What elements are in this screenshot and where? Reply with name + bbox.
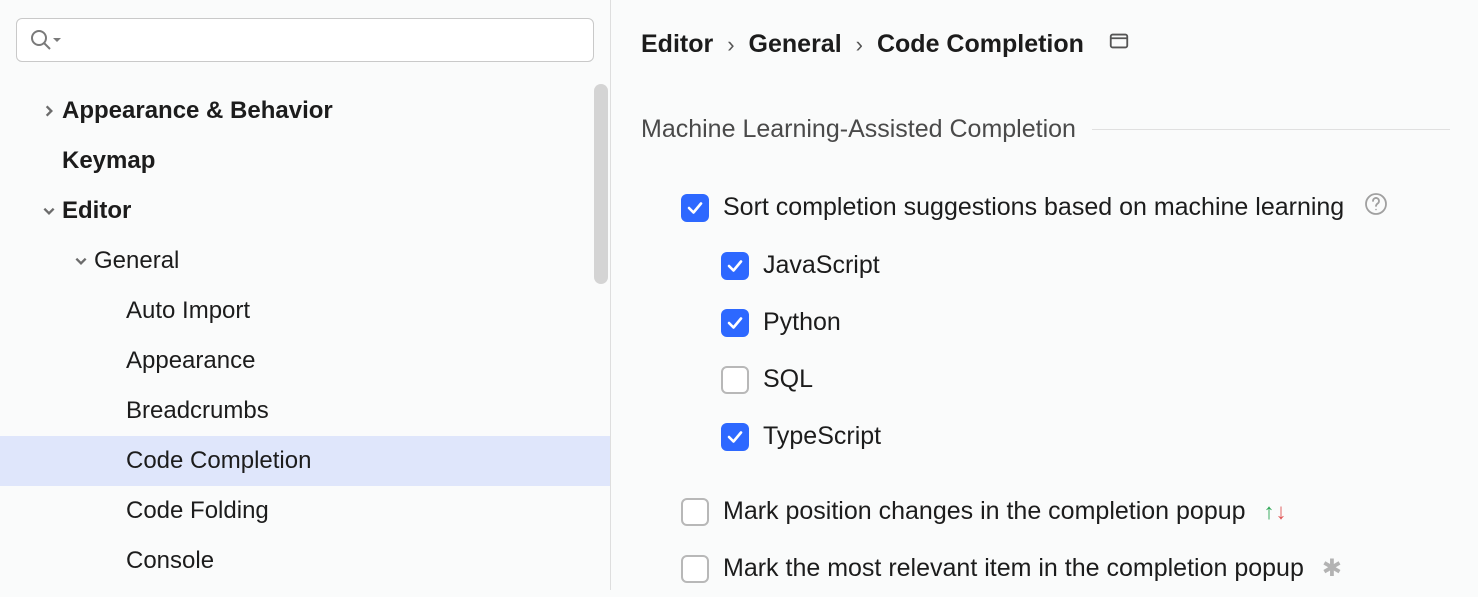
chevron-down-icon — [68, 254, 94, 268]
sidebar-item-label: Appearance & Behavior — [62, 97, 333, 125]
settings-main: Editor › General › Code Completion Machi… — [611, 0, 1478, 590]
sidebar-item-editor[interactable]: Editor — [0, 186, 610, 236]
option-mark-relevant[interactable]: Mark the most relevant item in the compl… — [641, 540, 1450, 597]
option-label: JavaScript — [763, 251, 880, 280]
sidebar-item-label: Appearance — [126, 347, 255, 375]
option-lang-sql[interactable]: SQL — [641, 351, 1450, 408]
sidebar-item-appearance[interactable]: Appearance — [0, 336, 610, 386]
sidebar-item-general[interactable]: General — [0, 236, 610, 286]
breadcrumb-part-code-completion[interactable]: Code Completion — [877, 30, 1084, 59]
option-label: SQL — [763, 365, 813, 394]
option-lang-javascript[interactable]: JavaScript — [641, 237, 1450, 294]
chevron-right-icon — [36, 104, 62, 118]
sidebar-item-auto-import[interactable]: Auto Import — [0, 286, 610, 336]
breadcrumb-part-editor[interactable]: Editor — [641, 30, 713, 59]
checkbox-lang-javascript[interactable] — [721, 252, 749, 280]
sidebar-item-label: Editor — [62, 197, 131, 225]
search-box[interactable] — [16, 18, 594, 62]
section-header: Machine Learning-Assisted Completion — [641, 115, 1450, 144]
search-icon — [29, 28, 53, 52]
option-label: Mark the most relevant item in the compl… — [723, 554, 1304, 583]
search-input[interactable] — [71, 29, 581, 52]
checkbox-mark-relevant[interactable] — [681, 555, 709, 583]
sidebar-item-label: Code Folding — [126, 497, 269, 525]
sidebar-item-breadcrumbs[interactable]: Breadcrumbs — [0, 386, 610, 436]
settings-tree: Appearance & Behavior Keymap Editor General… — [0, 72, 610, 590]
window-icon[interactable] — [1108, 30, 1130, 59]
sidebar-item-label: Breadcrumbs — [126, 397, 269, 425]
checkbox-lang-python[interactable] — [721, 309, 749, 337]
option-label: Python — [763, 308, 841, 337]
option-lang-python[interactable]: Python — [641, 294, 1450, 351]
option-label: Mark position changes in the completion … — [723, 497, 1246, 526]
search-wrap — [0, 0, 610, 72]
section-divider — [1092, 129, 1450, 130]
option-label: TypeScript — [763, 422, 881, 451]
settings-sidebar: Appearance & Behavior Keymap Editor General… — [0, 0, 610, 590]
chevron-down-icon — [36, 204, 62, 218]
sidebar-item-appearance-behavior[interactable]: Appearance & Behavior — [0, 86, 610, 136]
checkbox-lang-sql[interactable] — [721, 366, 749, 394]
option-sort-ml[interactable]: Sort completion suggestions based on mac… — [641, 178, 1450, 237]
help-icon[interactable] — [1364, 192, 1388, 223]
sidebar-item-label: General — [94, 247, 179, 275]
sidebar-item-label: Keymap — [62, 147, 155, 175]
chevron-down-icon[interactable] — [51, 34, 63, 46]
sidebar-item-console[interactable]: Console — [0, 536, 610, 586]
option-mark-position[interactable]: Mark position changes in the completion … — [641, 483, 1450, 540]
breadcrumb-part-general[interactable]: General — [749, 30, 842, 59]
checkbox-sort-ml[interactable] — [681, 194, 709, 222]
option-lang-typescript[interactable]: TypeScript — [641, 408, 1450, 465]
option-label: Sort completion suggestions based on mac… — [723, 193, 1344, 222]
checkbox-mark-position[interactable] — [681, 498, 709, 526]
sidebar-item-label: Console — [126, 547, 214, 575]
options-list: Sort completion suggestions based on mac… — [641, 178, 1450, 597]
sidebar-item-keymap[interactable]: Keymap — [0, 136, 610, 186]
sidebar-item-code-folding[interactable]: Code Folding — [0, 486, 610, 536]
checkbox-lang-typescript[interactable] — [721, 423, 749, 451]
section-title: Machine Learning-Assisted Completion — [641, 115, 1076, 144]
sidebar-item-label: Auto Import — [126, 297, 250, 325]
up-down-icon: ↑↓ — [1264, 499, 1287, 525]
chevron-right-icon: › — [856, 32, 863, 58]
sidebar-item-code-completion[interactable]: Code Completion — [0, 436, 610, 486]
sidebar-item-label: Code Completion — [126, 447, 311, 475]
scrollbar-thumb[interactable] — [594, 84, 608, 284]
star-icon: ✱ — [1322, 554, 1342, 583]
chevron-right-icon: › — [727, 32, 734, 58]
breadcrumb: Editor › General › Code Completion — [641, 30, 1450, 59]
